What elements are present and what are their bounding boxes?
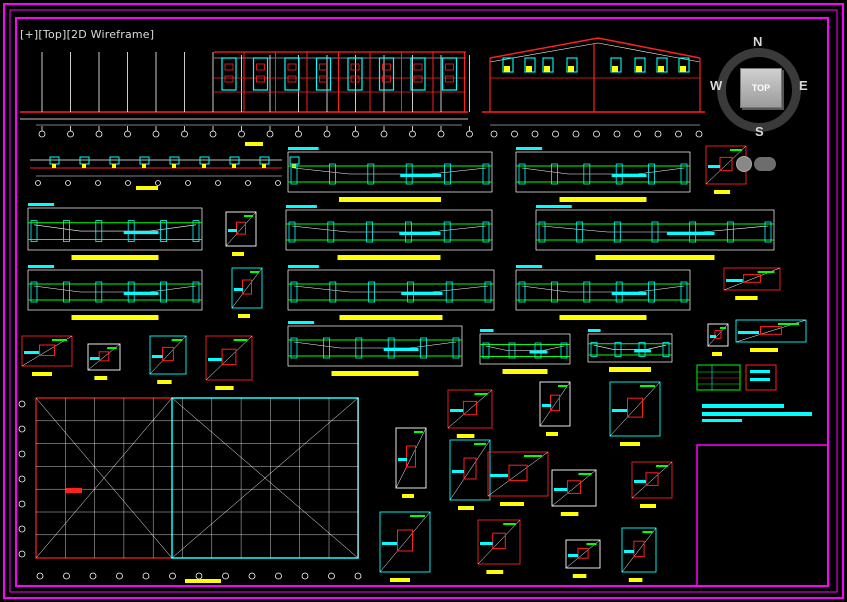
- compass-east[interactable]: E: [799, 78, 808, 93]
- wcs-menu[interactable]: [736, 154, 784, 174]
- ucs-icon[interactable]: [736, 156, 752, 172]
- compass-south[interactable]: S: [755, 124, 764, 139]
- schedule-table: [696, 364, 812, 422]
- wcs-label[interactable]: [754, 157, 776, 171]
- viewcube[interactable]: N S E W TOP: [707, 34, 817, 140]
- model-viewport[interactable]: [+][Top][2D Wireframe] N S E W TOP: [0, 0, 847, 602]
- connection-details: [21, 145, 807, 582]
- viewcube-top-face[interactable]: TOP: [740, 68, 782, 108]
- truss-detail-panels: [27, 147, 775, 376]
- end-elevation: [482, 37, 705, 138]
- compass-north[interactable]: N: [753, 34, 762, 49]
- compass-west[interactable]: W: [710, 78, 722, 93]
- view-menu[interactable]: [Top]: [38, 28, 66, 41]
- roof-plan: [18, 397, 362, 583]
- side-elevation: [20, 51, 473, 138]
- viewport-controls-menu[interactable]: [+]: [20, 28, 38, 41]
- truss-strip: [30, 142, 300, 190]
- visual-style-menu[interactable]: [2D Wireframe]: [67, 28, 155, 41]
- viewport-label[interactable]: [+][Top][2D Wireframe]: [20, 28, 154, 41]
